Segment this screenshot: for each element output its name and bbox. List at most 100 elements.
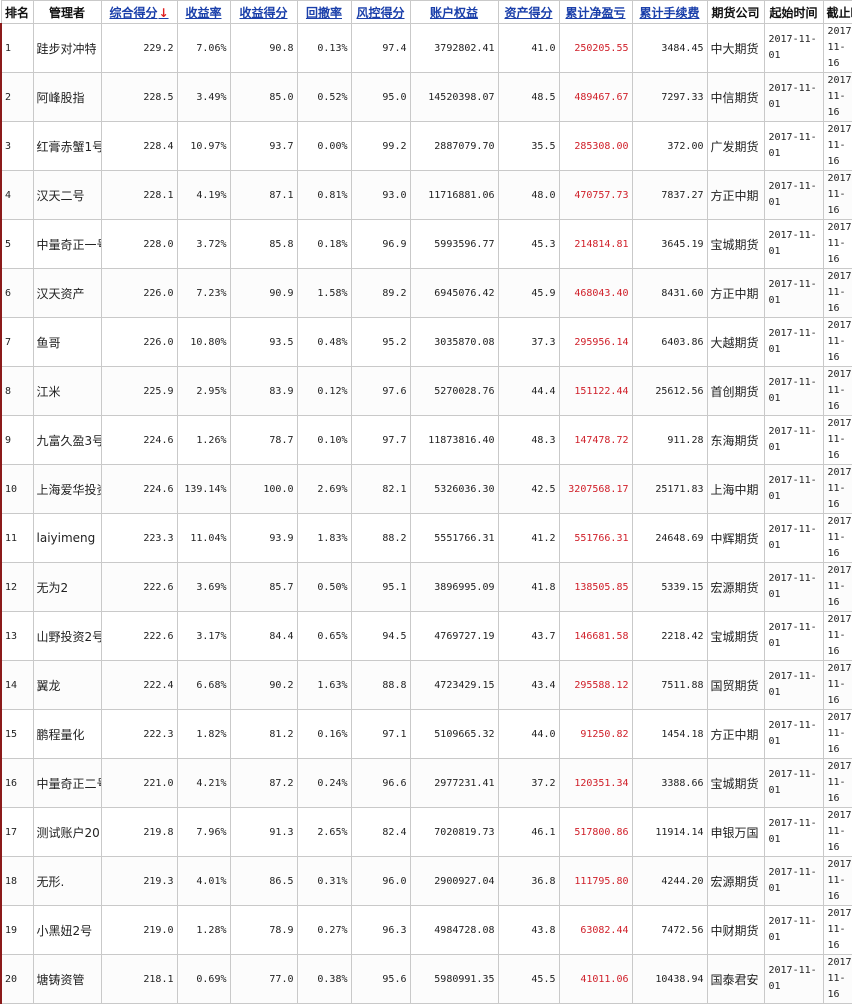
manager-cell[interactable]: 鱼哥: [33, 318, 101, 367]
table-row[interactable]: 1跬步对冲特229.27.06%90.80.13%97.43792802.414…: [1, 24, 852, 73]
manager-cell[interactable]: 汉天资产: [33, 269, 101, 318]
fees-cell: 25612.56: [632, 367, 707, 416]
equity-cell: 11873816.40: [410, 416, 498, 465]
column-header-8[interactable]: 资产得分: [498, 1, 559, 24]
manager-cell[interactable]: 中量奇正一号: [33, 220, 101, 269]
asset-score-cell: 37.2: [498, 759, 559, 808]
rank-cell: 3: [1, 122, 33, 171]
fees-cell: 372.00: [632, 122, 707, 171]
equity-cell: 5326036.30: [410, 465, 498, 514]
column-header-0: 排名: [1, 1, 33, 24]
column-header-label: 期货公司: [711, 6, 759, 20]
manager-cell[interactable]: 鹏程量化: [33, 710, 101, 759]
manager-cell[interactable]: 翼龙: [33, 661, 101, 710]
column-header-5[interactable]: 回撤率: [297, 1, 351, 24]
column-header-4[interactable]: 收益得分: [230, 1, 297, 24]
risk-score-cell: 96.0: [351, 857, 410, 906]
column-header-label: 综合得分: [109, 6, 157, 20]
fees-cell: 911.28: [632, 416, 707, 465]
table-row[interactable]: 13山野投资2号222.63.17%84.40.65%94.54769727.1…: [1, 612, 852, 661]
start-date-cell: 2017-11-01: [764, 171, 823, 220]
rank-cell: 7: [1, 318, 33, 367]
table-row[interactable]: 19小黑妞2号219.01.28%78.90.27%96.34984728.08…: [1, 906, 852, 955]
manager-cell[interactable]: 中量奇正二号: [33, 759, 101, 808]
table-row[interactable]: 10上海爱华投资224.6139.14%100.02.69%82.1532603…: [1, 465, 852, 514]
risk-score-cell: 96.9: [351, 220, 410, 269]
manager-cell[interactable]: 测试账户20: [33, 808, 101, 857]
column-header-label: 收益得分: [239, 6, 287, 20]
company-cell: 首创期货: [707, 367, 764, 416]
column-header-3[interactable]: 收益率: [177, 1, 230, 24]
rank-cell: 20: [1, 955, 33, 1004]
score-cell: 222.3: [101, 710, 177, 759]
table-row[interactable]: 8江米225.92.95%83.90.12%97.65270028.7644.4…: [1, 367, 852, 416]
table-row[interactable]: 17测试账户20219.87.96%91.32.65%82.47020819.7…: [1, 808, 852, 857]
equity-cell: 5270028.76: [410, 367, 498, 416]
asset-score-cell: 45.9: [498, 269, 559, 318]
manager-cell[interactable]: 九富久盈3号: [33, 416, 101, 465]
table-row[interactable]: 7鱼哥226.010.80%93.50.48%95.23035870.0837.…: [1, 318, 852, 367]
column-header-label: 账户权益: [430, 6, 478, 20]
yield-cell: 3.72%: [177, 220, 230, 269]
company-cell: 方正中期: [707, 171, 764, 220]
manager-cell[interactable]: 汉天二号: [33, 171, 101, 220]
table-row[interactable]: 12无为2222.63.69%85.70.50%95.13896995.0941…: [1, 563, 852, 612]
net-pnl-cell: 551766.31: [559, 514, 632, 563]
company-cell: 方正中期: [707, 269, 764, 318]
fees-cell: 7297.33: [632, 73, 707, 122]
asset-score-cell: 48.3: [498, 416, 559, 465]
asset-score-cell: 36.8: [498, 857, 559, 906]
column-header-1: 管理者: [33, 1, 101, 24]
risk-score-cell: 93.0: [351, 171, 410, 220]
manager-cell[interactable]: 小黑妞2号: [33, 906, 101, 955]
asset-score-cell: 35.5: [498, 122, 559, 171]
manager-cell[interactable]: 无为2: [33, 563, 101, 612]
start-date-cell: 2017-11-01: [764, 465, 823, 514]
column-header-7[interactable]: 账户权益: [410, 1, 498, 24]
score-cell: 223.3: [101, 514, 177, 563]
end-date-cell: 2017-11-16: [823, 955, 852, 1004]
manager-cell[interactable]: 无形.: [33, 857, 101, 906]
score-cell: 222.6: [101, 612, 177, 661]
end-date-cell: 2017-11-16: [823, 73, 852, 122]
table-row[interactable]: 11laiyimeng223.311.04%93.91.83%88.255517…: [1, 514, 852, 563]
manager-cell[interactable]: 塘铸资管: [33, 955, 101, 1004]
manager-cell[interactable]: 阿峰股指: [33, 73, 101, 122]
column-header-label: 收益率: [185, 6, 221, 20]
manager-cell[interactable]: laiyimeng: [33, 514, 101, 563]
column-header-10[interactable]: 累计手续费: [632, 1, 707, 24]
table-row[interactable]: 14翼龙222.46.68%90.21.63%88.84723429.1543.…: [1, 661, 852, 710]
table-row[interactable]: 3红膏赤蟹1号228.410.97%93.70.00%99.22887079.7…: [1, 122, 852, 171]
drawdown-cell: 1.83%: [297, 514, 351, 563]
fees-cell: 1454.18: [632, 710, 707, 759]
table-row[interactable]: 9九富久盈3号224.61.26%78.70.10%97.711873816.4…: [1, 416, 852, 465]
table-row[interactable]: 20塘铸资管218.10.69%77.00.38%95.65980991.354…: [1, 955, 852, 1004]
table-row[interactable]: 6汉天资产226.07.23%90.91.58%89.26945076.4245…: [1, 269, 852, 318]
table-row[interactable]: 5中量奇正一号228.03.72%85.80.18%96.95993596.77…: [1, 220, 852, 269]
net-pnl-cell: 489467.67: [559, 73, 632, 122]
score-cell: 224.6: [101, 416, 177, 465]
table-row[interactable]: 2阿峰股指228.53.49%85.00.52%95.014520398.074…: [1, 73, 852, 122]
manager-cell[interactable]: 红膏赤蟹1号: [33, 122, 101, 171]
manager-cell[interactable]: 跬步对冲特: [33, 24, 101, 73]
manager-cell[interactable]: 江米: [33, 367, 101, 416]
table-row[interactable]: 4汉天二号228.14.19%87.10.81%93.011716881.064…: [1, 171, 852, 220]
table-row[interactable]: 15鹏程量化222.31.82%81.20.16%97.15109665.324…: [1, 710, 852, 759]
equity-cell: 3035870.08: [410, 318, 498, 367]
column-header-6[interactable]: 风控得分: [351, 1, 410, 24]
column-header-2[interactable]: 综合得分↓: [101, 1, 177, 24]
risk-score-cell: 97.7: [351, 416, 410, 465]
company-cell: 宏源期货: [707, 857, 764, 906]
table-row[interactable]: 18无形.219.34.01%86.50.31%96.02900927.0436…: [1, 857, 852, 906]
yield-score-cell: 90.9: [230, 269, 297, 318]
table-row[interactable]: 16中量奇正二号221.04.21%87.20.24%96.62977231.4…: [1, 759, 852, 808]
column-header-label: 起始时间: [769, 6, 817, 20]
manager-cell[interactable]: 上海爱华投资: [33, 465, 101, 514]
end-date-cell: 2017-11-16: [823, 661, 852, 710]
equity-cell: 7020819.73: [410, 808, 498, 857]
equity-cell: 2977231.41: [410, 759, 498, 808]
manager-cell[interactable]: 山野投资2号: [33, 612, 101, 661]
column-header-9[interactable]: 累计净盈亏: [559, 1, 632, 24]
score-cell: 222.4: [101, 661, 177, 710]
start-date-cell: 2017-11-01: [764, 808, 823, 857]
